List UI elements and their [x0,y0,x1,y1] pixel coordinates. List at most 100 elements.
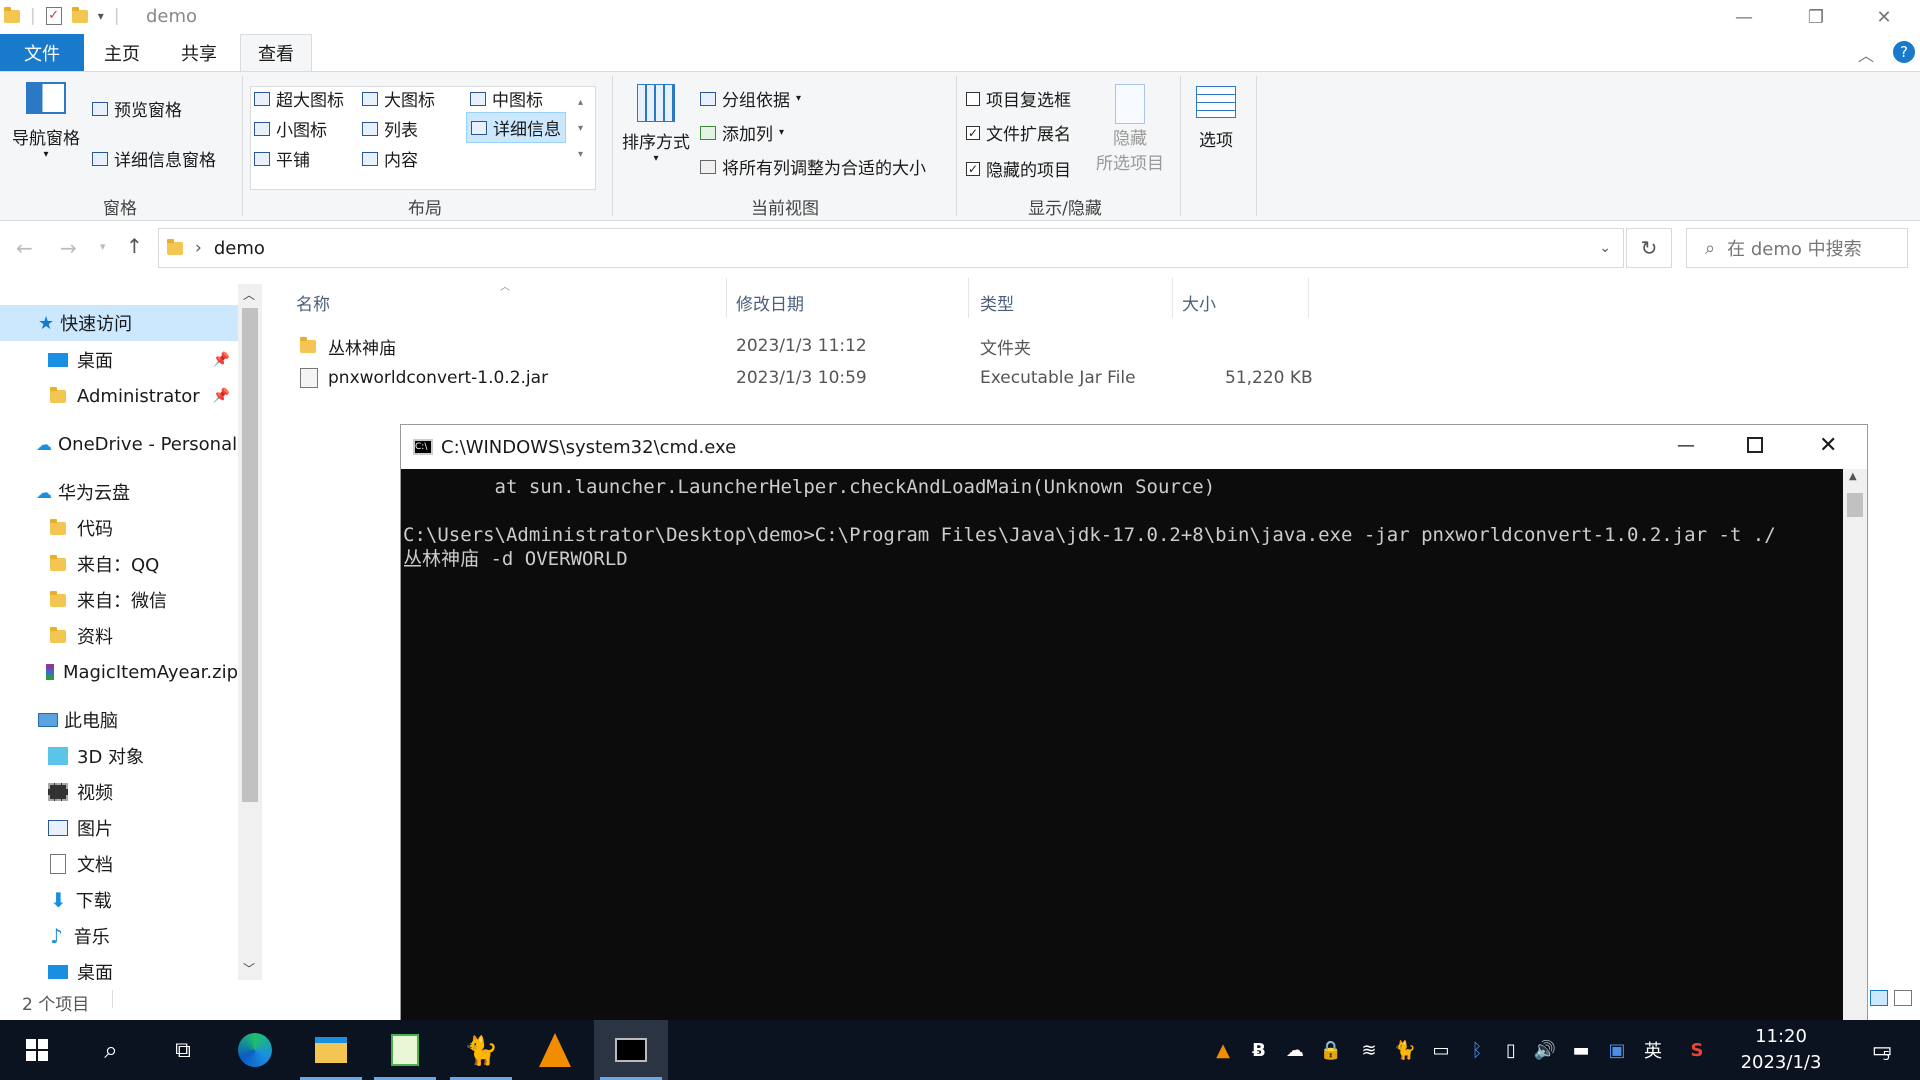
nav-magic-zip[interactable]: MagicItemAyear.zip [0,654,238,690]
large-icons-view-icon[interactable] [1894,990,1912,1006]
properties-icon[interactable]: ✓ [45,7,62,25]
nav-code[interactable]: 代码 [0,510,238,546]
column-name-header[interactable]: 名称 [296,290,330,316]
bluetooth-tray-icon[interactable]: ᛒ [1462,1020,1492,1080]
app-tray-icon[interactable]: ▣ [1602,1020,1632,1080]
new-folder-icon[interactable] [71,6,88,23]
forward-icon[interactable]: → [60,236,77,260]
pin-icon[interactable]: 📌 [213,388,230,404]
vlc-tray-icon[interactable]: ▲ [1208,1020,1238,1080]
medium-icons-button[interactable]: 中图标 [470,86,543,111]
details-view-button[interactable]: 详细信息 [466,112,566,143]
item-checkboxes-toggle[interactable]: 项目复选框 [966,86,1071,111]
up-icon[interactable]: ↑ [126,234,143,258]
extra-large-icons-button[interactable]: 超大图标 [254,86,344,111]
customize-qat-icon[interactable]: ▾ [98,9,104,23]
minimize-button[interactable]: — [1708,0,1780,34]
nav-this-pc[interactable]: 此电脑 [0,702,238,738]
cmd-title-bar[interactable]: C:\ C:\WINDOWS\system32\cmd.exe — ✕ [401,425,1867,469]
taskbar-cmd[interactable] [594,1020,668,1080]
nav-downloads[interactable]: ⬇ 下载 [0,882,238,918]
cmd-close-button[interactable]: ✕ [1819,433,1837,458]
usb-tray-icon[interactable]: ▯ [1496,1020,1526,1080]
scroll-thumb[interactable] [242,308,258,802]
column-size-header[interactable]: 大小 [1182,290,1216,316]
display-tray-icon[interactable]: ▭ [1426,1020,1456,1080]
help-icon[interactable]: ? [1893,41,1915,63]
tb-tray-icon[interactable]: Ƀ [1244,1020,1274,1080]
scroll-down-icon[interactable]: ﹀ [243,960,255,977]
nav-huawei-cloud[interactable]: ☁ 华为云盘 [0,474,238,510]
column-modified-header[interactable]: 修改日期 [736,290,804,316]
notification-center-button[interactable]: ▭ 5 [1856,1020,1906,1080]
small-icons-button[interactable]: 小图标 [254,116,327,141]
hide-selected-button[interactable]: 隐藏 所选项目 [1092,84,1168,174]
list-view-button[interactable]: 列表 [362,116,418,141]
hidden-items-toggle[interactable]: ✓ 隐藏的项目 [966,156,1071,181]
scroll-up-icon[interactable]: ▲ [1849,471,1857,482]
nav-from-wechat[interactable]: 来自：微信 [0,582,238,618]
volume-tray-icon[interactable]: 🔊 [1530,1020,1560,1080]
clock[interactable]: 11:20 2023/1/3 [1726,1024,1836,1076]
address-bar[interactable]: › demo ⌄ [158,228,1624,268]
address-history-icon[interactable]: ⌄ [1599,240,1611,256]
scroll-up-icon[interactable]: ︿ [243,286,255,303]
search-button[interactable]: ⌕ [74,1020,148,1080]
nav-scrollbar[interactable]: ︿ ﹀ [238,284,262,984]
column-type-header[interactable]: 类型 [980,290,1014,316]
nav-administrator[interactable]: Administrator 📌 [0,378,238,414]
breadcrumb-demo[interactable]: demo [214,238,265,259]
nav-desktop-pinned[interactable]: 桌面 📌 [0,342,238,378]
search-box[interactable]: ⌕ 在 demo 中搜索 [1686,228,1908,268]
cmd-window[interactable]: C:\ C:\WINDOWS\system32\cmd.exe — ✕ at s… [400,424,1868,1025]
add-columns-button[interactable]: 添加列 ▾ [700,120,784,145]
battery-tray-icon[interactable]: ▬ [1566,1020,1596,1080]
nav-onedrive[interactable]: ☁ OneDrive - Personal [0,426,238,462]
tab-home[interactable]: 主页 [90,34,154,71]
options-button[interactable]: 选项 [1190,86,1242,151]
tab-share[interactable]: 共享 [166,34,232,71]
cmd-maximize-button[interactable] [1747,437,1763,453]
details-view-icon[interactable] [1870,990,1888,1006]
sogou-tray-icon[interactable]: S [1680,1020,1714,1080]
lock-tray-icon[interactable]: 🔒 [1316,1020,1346,1080]
size-all-columns-button[interactable]: 将所有列调整为合适的大小 [700,154,926,179]
large-icons-button[interactable]: 大图标 [362,86,435,111]
navigation-pane-button[interactable]: 导航窗格 ▾ [8,82,84,160]
hidden-items-checkbox[interactable]: ✓ [966,161,980,176]
task-view-button[interactable]: ⧉ [146,1020,220,1080]
taskbar-notepad[interactable] [368,1020,442,1080]
recent-locations-icon[interactable]: ▾ [100,240,106,253]
item-checkboxes-checkbox[interactable] [966,91,980,106]
sort-by-button[interactable]: 排序方式 ▾ [618,84,694,164]
details-pane-button[interactable]: 详细信息窗格 [92,146,216,171]
cloud-tray-icon[interactable]: ☁ [1280,1020,1310,1080]
restore-button[interactable]: ❐ [1780,0,1852,34]
cmd-scrollbar[interactable]: ▲ [1843,469,1867,1025]
tab-view[interactable]: 查看 [240,34,312,71]
nav-music[interactable]: ♪ 音乐 [0,918,238,954]
nav-from-qq[interactable]: 来自：QQ [0,546,238,582]
close-button[interactable]: ✕ [1848,0,1920,34]
nav-pictures[interactable]: 图片 [0,810,238,846]
nav-videos[interactable]: 视频 [0,774,238,810]
breadcrumb-separator-icon[interactable]: › [195,238,202,258]
pin-icon[interactable]: 📌 [213,352,230,368]
start-button[interactable] [0,1020,74,1080]
table-row[interactable]: pnxworldconvert-1.0.2.jar 2023/1/3 10:59… [290,362,1340,394]
tiles-view-button[interactable]: 平铺 [254,146,310,171]
nav-quick-access[interactable]: ★ 快速访问 [0,305,238,341]
nav-3d-objects[interactable]: 3D 对象 [0,738,238,774]
back-icon[interactable]: ← [16,236,33,260]
taskbar-cat-app[interactable]: 🐈 [444,1020,518,1080]
cmd-output[interactable]: at sun.launcher.LauncherHelper.checkAndL… [401,469,1841,1025]
file-extensions-checkbox[interactable]: ✓ [966,125,980,140]
cmd-scroll-thumb[interactable] [1847,493,1863,517]
cat-tray-icon[interactable]: 🐈 [1390,1020,1420,1080]
gallery-scroll[interactable]: ▴ ▾ ▾ [578,90,583,168]
cmd-minimize-button[interactable]: — [1677,435,1695,456]
refresh-button[interactable]: ↻ [1626,228,1672,268]
preview-pane-button[interactable]: 预览窗格 [92,96,182,121]
taskbar-vlc[interactable] [518,1020,592,1080]
file-extensions-toggle[interactable]: ✓ 文件扩展名 [966,120,1071,145]
